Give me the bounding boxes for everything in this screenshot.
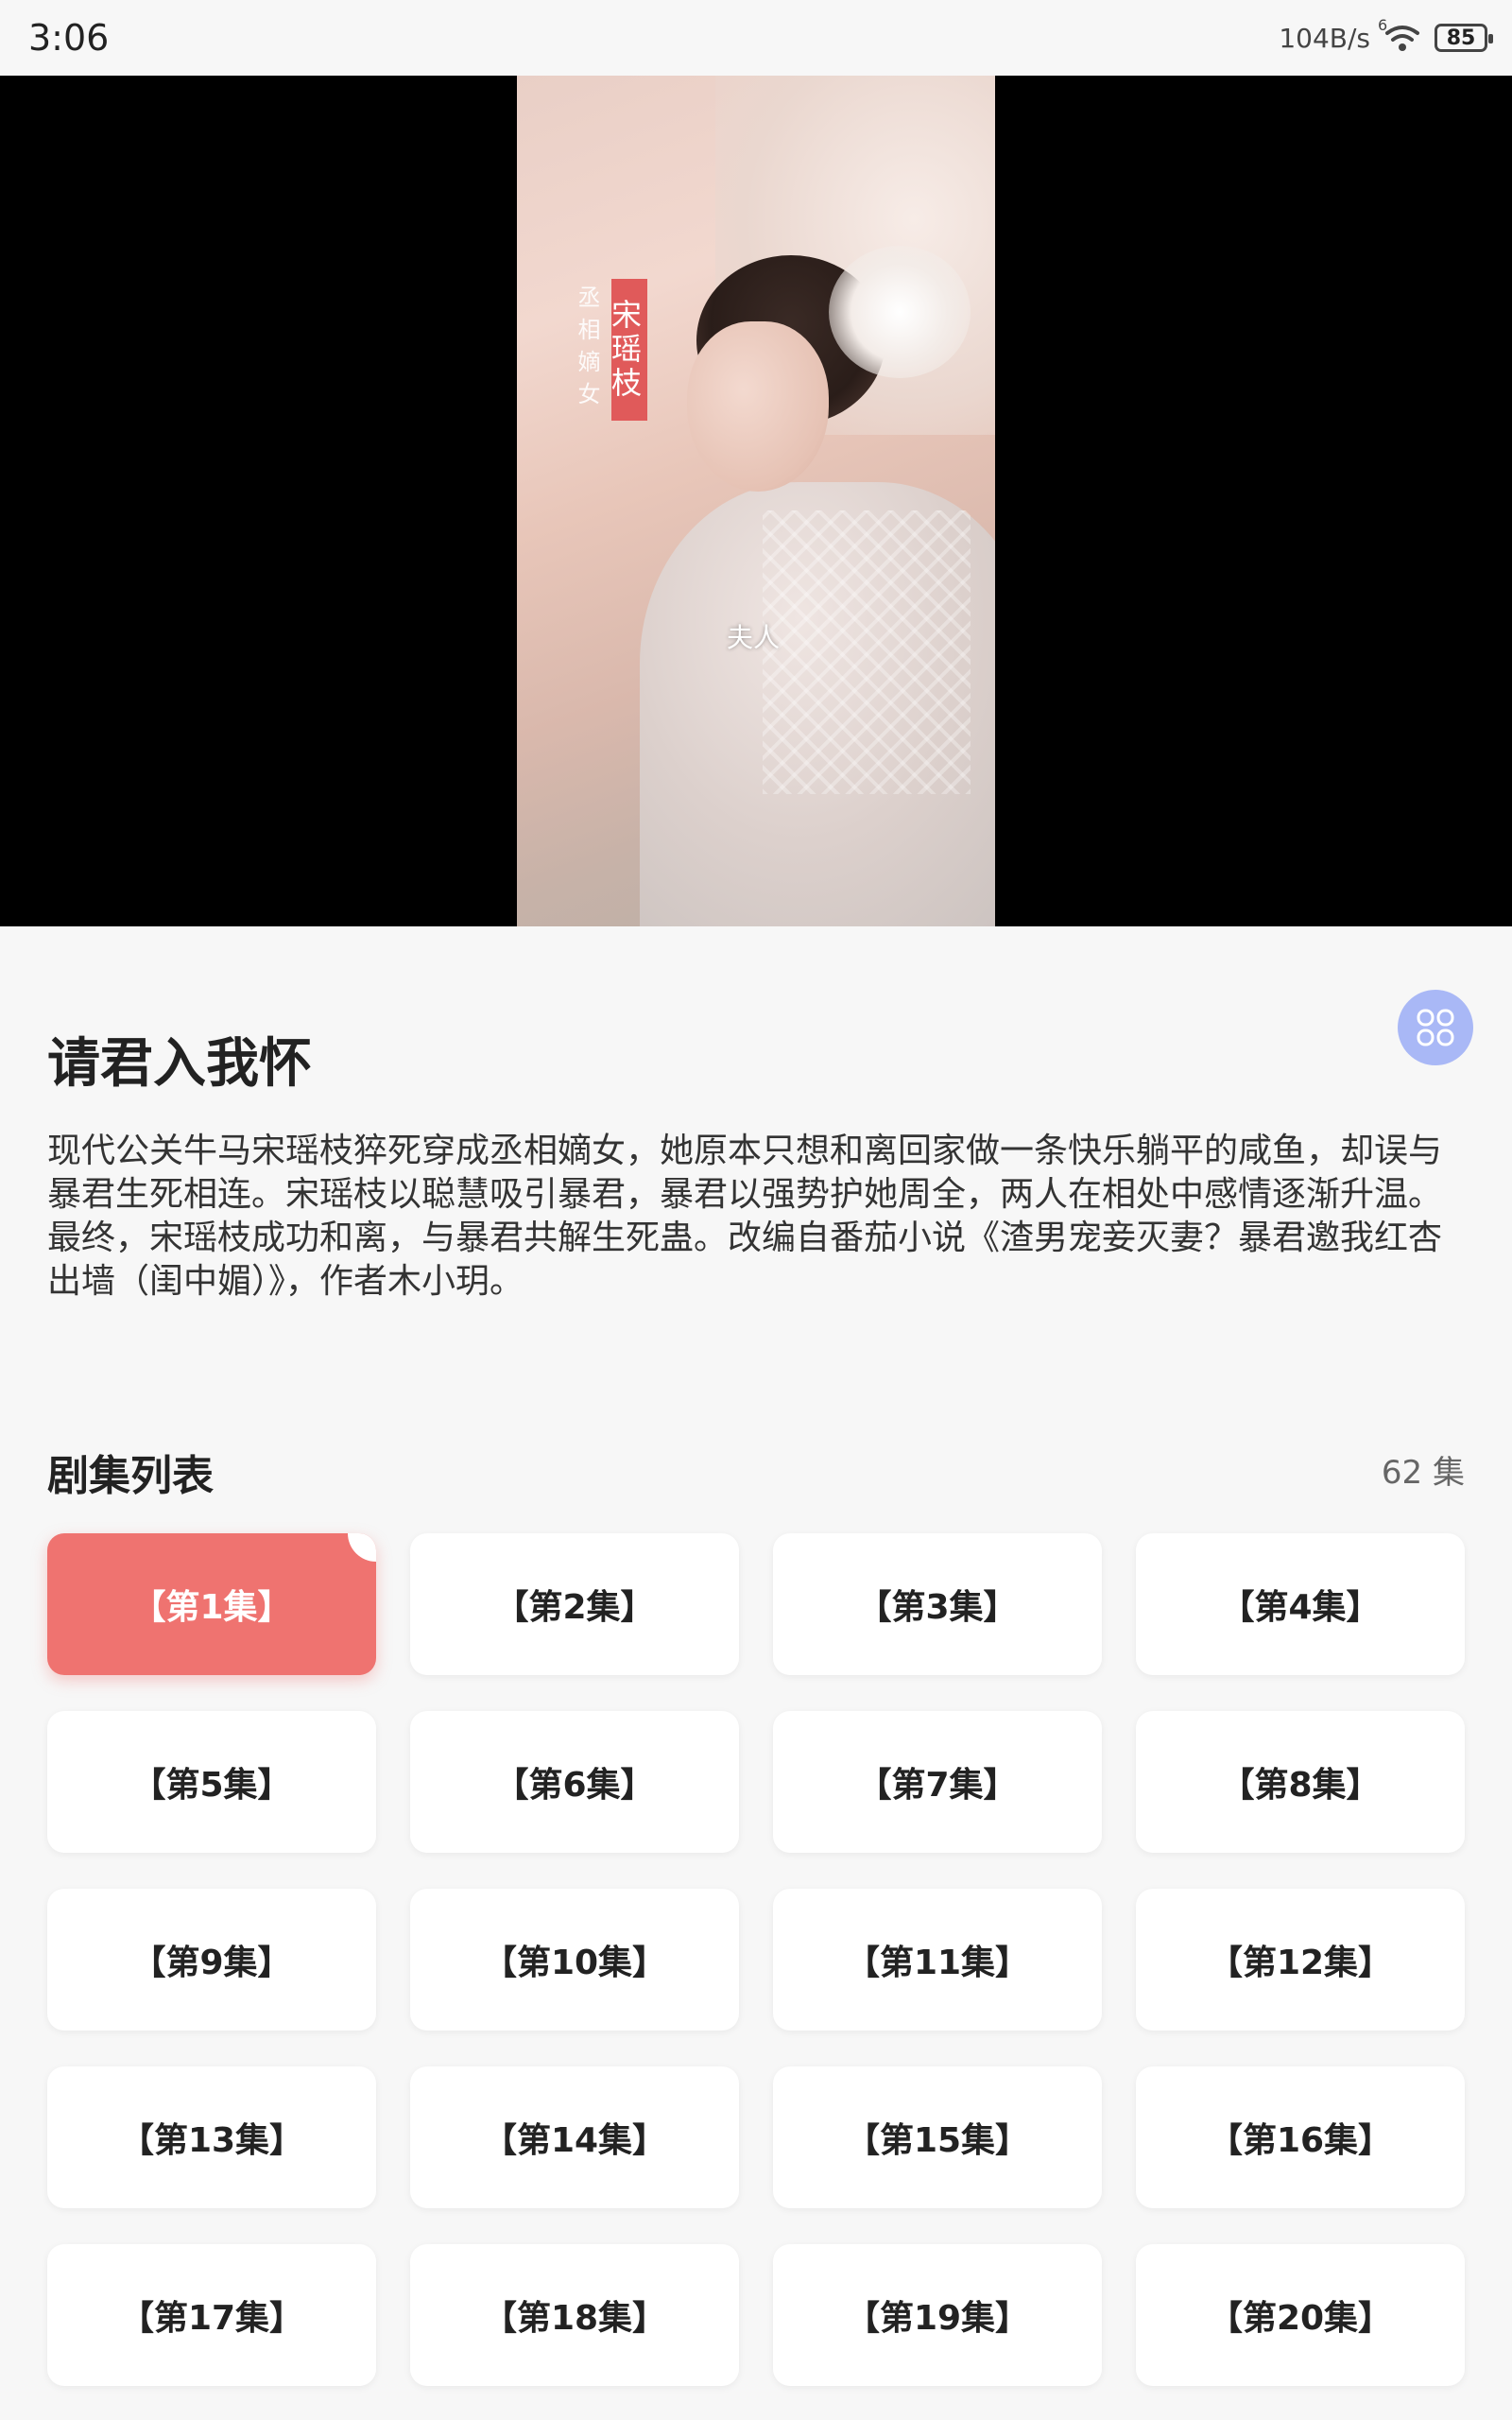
episode-section-title: 剧集列表	[47, 1452, 214, 1500]
episode-button[interactable]: 【第13集】	[47, 2066, 376, 2208]
wifi-glyph	[1385, 26, 1419, 51]
network-speed: 104B/s	[1279, 22, 1370, 54]
grid-view-button[interactable]	[1398, 990, 1473, 1065]
wifi-icon: 6	[1378, 16, 1421, 54]
video-name-caption: 宋瑶枝	[607, 279, 647, 421]
battery-icon: 85	[1435, 24, 1493, 52]
episode-button[interactable]: 【第11集】	[773, 1889, 1102, 2031]
drama-title: 请君入我怀	[47, 1033, 312, 1095]
episode-button[interactable]: 【第4集】	[1136, 1533, 1465, 1675]
episode-button[interactable]: 【第8集】	[1136, 1711, 1465, 1853]
video-figure-headpiece	[829, 246, 971, 378]
video-player[interactable]: 丞相嫡女 宋瑶枝 夫人	[0, 76, 1512, 926]
episode-button[interactable]: 【第20集】	[1136, 2244, 1465, 2386]
episode-button[interactable]: 【第18集】	[410, 2244, 739, 2386]
episode-button[interactable]: 【第5集】	[47, 1711, 376, 1853]
video-subtitle: 夫人	[727, 622, 781, 653]
episode-button[interactable]: 【第9集】	[47, 1889, 376, 2031]
status-bar: 3:06 104B/s 6 85	[0, 0, 1512, 76]
signal-label: 6	[1378, 16, 1388, 34]
battery-level: 85	[1446, 26, 1476, 50]
episode-button[interactable]: 【第19集】	[773, 2244, 1102, 2386]
video-frame[interactable]: 丞相嫡女 宋瑶枝 夫人	[517, 76, 995, 926]
episode-button[interactable]: 【第2集】	[410, 1533, 739, 1675]
episode-button[interactable]: 【第12集】	[1136, 1889, 1465, 2031]
episode-count: 62 集	[1381, 1454, 1465, 1492]
episode-button[interactable]: 【第15集】	[773, 2066, 1102, 2208]
video-figure-face	[687, 321, 829, 492]
grid-icon	[1417, 1009, 1454, 1046]
episode-button[interactable]: 【第3集】	[773, 1533, 1102, 1675]
video-figure-lace	[763, 510, 971, 794]
episode-button[interactable]: 【第7集】	[773, 1711, 1102, 1853]
status-time: 3:06	[28, 17, 110, 59]
episode-button[interactable]: 【第14集】	[410, 2066, 739, 2208]
drama-description: 现代公关牛马宋瑶枝猝死穿成丞相嫡女，她原本只想和离回家做一条快乐躺平的咸鱼，却误…	[47, 1132, 1443, 1301]
episode-button[interactable]: 【第1集】	[47, 1533, 376, 1675]
video-role-caption: 丞相嫡女	[574, 285, 600, 414]
status-right: 104B/s 6 85	[1279, 16, 1493, 57]
episode-grid: 【第1集】 【第2集】 【第3集】 【第4集】 【第5集】 【第6集】 【第7集…	[47, 1533, 1465, 2386]
episode-button[interactable]: 【第10集】	[410, 1889, 739, 2031]
episode-button[interactable]: 【第16集】	[1136, 2066, 1465, 2208]
episode-button[interactable]: 【第6集】	[410, 1711, 739, 1853]
episode-button[interactable]: 【第17集】	[47, 2244, 376, 2386]
